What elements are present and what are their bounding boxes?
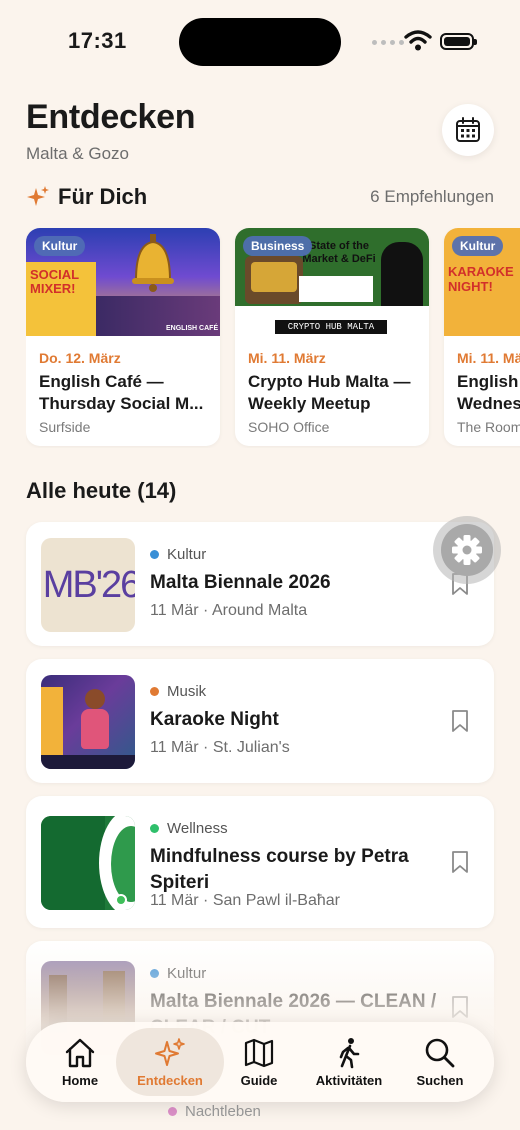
category-tag: Business bbox=[243, 236, 313, 256]
all-today-header: Alle heute (14) bbox=[26, 478, 177, 503]
event-category: Kultur bbox=[150, 965, 206, 982]
home-icon bbox=[65, 1038, 95, 1068]
category-label: Kultur bbox=[167, 546, 207, 563]
event-meta: 11 Mär · Around Malta bbox=[150, 602, 308, 619]
cellular-signal-icon bbox=[372, 40, 404, 45]
category-dot bbox=[150, 824, 159, 833]
category-dot bbox=[168, 1107, 177, 1116]
event-date: Mi. 11. März bbox=[457, 350, 520, 366]
status-time: 17:31 bbox=[68, 28, 127, 53]
event-thumbnail bbox=[41, 675, 135, 769]
recommendation-count: 6 Empfehlungen bbox=[370, 187, 494, 206]
tab-discover[interactable]: Entdecken bbox=[116, 1028, 224, 1096]
recommendation-card[interactable]: KARAOKE NIGHT! Kultur Mi. 11. März Engli… bbox=[444, 228, 520, 446]
calendar-button[interactable] bbox=[442, 104, 494, 156]
battery-icon bbox=[440, 33, 477, 50]
category-tag: Kultur bbox=[452, 236, 504, 256]
status-bar: 17:31 bbox=[0, 0, 520, 84]
page-title: Entdecken bbox=[26, 98, 196, 136]
bookmark-icon[interactable] bbox=[450, 850, 470, 874]
wifi-icon bbox=[404, 30, 432, 51]
tab-search[interactable]: Suchen bbox=[396, 1028, 484, 1096]
bookmark-icon[interactable] bbox=[450, 709, 470, 733]
settings-button-inner bbox=[441, 524, 493, 576]
event-meta: 11 Mär · St. Julian's bbox=[150, 739, 290, 756]
sparkles-icon bbox=[27, 186, 49, 206]
category-dot bbox=[150, 687, 159, 696]
tab-bar: Home Entdecken Guide Aktivitäten Suchen bbox=[26, 1022, 494, 1102]
category-label: Nachtleben bbox=[185, 1103, 261, 1120]
event-venue: SOHO Office bbox=[248, 419, 330, 435]
poster-brand: CRYPTO HUB MALTA bbox=[275, 320, 387, 334]
map-icon bbox=[244, 1038, 274, 1068]
tab-label: Home bbox=[61, 1073, 99, 1088]
event-title: Malta Biennale 2026 bbox=[150, 572, 331, 593]
event-list-item[interactable]: MB'26 Kultur Malta Biennale 2026 11 Mär … bbox=[26, 522, 494, 646]
category-dot bbox=[150, 969, 159, 978]
event-poster-image: KARAOKE NIGHT! Kultur bbox=[444, 228, 520, 336]
event-category: Kultur bbox=[150, 546, 206, 563]
tab-label: Entdecken bbox=[137, 1073, 203, 1088]
dynamic-island bbox=[179, 18, 341, 66]
tab-label: Suchen bbox=[416, 1073, 464, 1088]
poster-headline: KARAOKE NIGHT! bbox=[448, 264, 514, 294]
event-thumbnail bbox=[41, 816, 135, 910]
page-subtitle: Malta & Gozo bbox=[26, 144, 129, 163]
for-you-header: Für Dich 6 Empfehlungen bbox=[26, 184, 494, 210]
event-meta: 11 Mär · San Pawl il-Baħar bbox=[150, 892, 340, 909]
tab-label: Guide bbox=[240, 1073, 278, 1088]
event-venue: Surfside bbox=[39, 419, 91, 435]
event-venue: The Room bbox=[457, 419, 520, 435]
event-title: Karaoke Night bbox=[150, 709, 279, 730]
tab-guide[interactable]: Guide bbox=[215, 1028, 303, 1096]
event-date: Mi. 11. März bbox=[248, 350, 326, 366]
sparkles-icon bbox=[155, 1038, 185, 1066]
category-dot bbox=[150, 550, 159, 559]
peek-category: Nachtleben bbox=[168, 1103, 261, 1120]
bookmark-icon[interactable] bbox=[450, 995, 470, 1019]
poster-headline: SOCIAL MIXER! bbox=[30, 267, 79, 296]
walking-icon bbox=[339, 1038, 360, 1069]
event-name: English Café — Thursday Social M... bbox=[39, 372, 204, 413]
calendar-icon bbox=[456, 117, 480, 142]
poster-brand: ENGLISH CAFÉ bbox=[166, 325, 219, 332]
event-poster-image: State of the Market & DeFi CRYPTO HUB MA… bbox=[235, 228, 429, 336]
event-thumbnail: MB'26 bbox=[41, 538, 135, 632]
category-tag: Kultur bbox=[34, 236, 86, 256]
tab-label: Aktivitäten bbox=[315, 1073, 383, 1088]
event-category: Wellness bbox=[150, 820, 228, 837]
settings-button[interactable] bbox=[433, 516, 501, 584]
recommendations-carousel[interactable]: SOCIAL MIXER! ENGLISH CAFÉ Kultur Do. 12… bbox=[26, 228, 520, 448]
recommendation-card[interactable]: State of the Market & DeFi CRYPTO HUB MA… bbox=[235, 228, 429, 446]
event-title: Mindfulness course by Petra Spiteri bbox=[150, 846, 409, 893]
event-name: Crypto Hub Malta — Weekly Meetup bbox=[248, 372, 411, 413]
event-category: Musik bbox=[150, 683, 206, 700]
bell-icon bbox=[132, 234, 174, 292]
gear-icon bbox=[452, 535, 482, 565]
tab-home[interactable]: Home bbox=[36, 1028, 124, 1096]
recommendation-card[interactable]: SOCIAL MIXER! ENGLISH CAFÉ Kultur Do. 12… bbox=[26, 228, 220, 446]
search-icon bbox=[425, 1038, 455, 1068]
event-list-item[interactable]: Musik Karaoke Night 11 Mär · St. Julian'… bbox=[26, 659, 494, 783]
for-you-label: Für Dich bbox=[58, 184, 148, 209]
category-label: Wellness bbox=[167, 820, 228, 837]
category-label: Musik bbox=[167, 683, 207, 700]
event-name: English Café — Wednes... bbox=[457, 372, 520, 413]
event-poster-image: SOCIAL MIXER! ENGLISH CAFÉ Kultur bbox=[26, 228, 220, 336]
category-label: Kultur bbox=[167, 965, 207, 982]
event-date: Do. 12. März bbox=[39, 350, 121, 366]
event-list-item[interactable]: Wellness Mindfulness course by Petra Spi… bbox=[26, 796, 494, 928]
tab-activities[interactable]: Aktivitäten bbox=[305, 1028, 393, 1096]
thumbnail-text: MB'26 bbox=[42, 563, 135, 606]
